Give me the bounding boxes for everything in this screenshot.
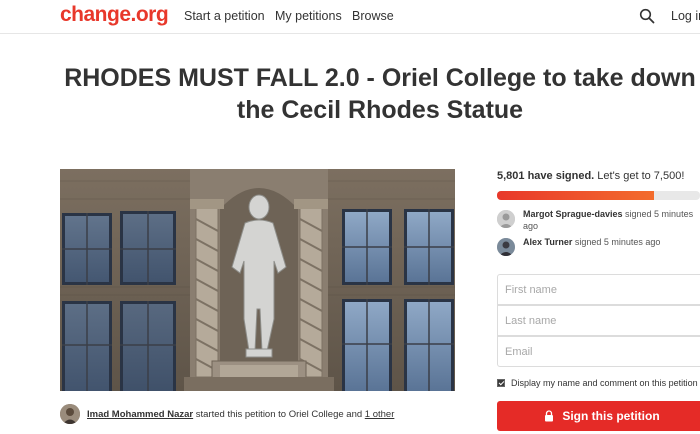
login-link[interactable]: Log in [671, 9, 700, 23]
signer-name: Margot Sprague-davies [523, 209, 623, 219]
first-name-field[interactable] [497, 274, 700, 305]
nav-my-petitions[interactable]: My petitions [275, 9, 342, 23]
signer-avatar [497, 210, 515, 228]
progress-fill [497, 191, 655, 200]
signer-text: Margot Sprague-davies signed 5 minutes a… [523, 208, 700, 232]
signer-action: signed 5 minutes ago [572, 237, 661, 247]
site-header: change.org Start a petition My petitions… [0, 0, 700, 34]
last-name-field[interactable] [497, 305, 700, 336]
petition-title: RHODES MUST FALL 2.0 - Oriel College to … [64, 64, 696, 124]
change-org-logo[interactable]: change.org [60, 3, 169, 27]
email-field[interactable] [497, 336, 700, 367]
other-targets-link[interactable]: 1 other [365, 409, 395, 420]
signature-goal: Let's get to 7,500! [594, 170, 685, 182]
starter-name-link[interactable]: Imad Mohammed Nazar [87, 409, 193, 420]
display-name-label: Display my name and comment on this peti… [511, 378, 698, 388]
signer-text: Alex Turner signed 5 minutes ago [523, 236, 700, 248]
rhodes-statue-image [60, 169, 455, 391]
signature-count: 5,801 have signed. Let's get to 7,500! [497, 170, 684, 182]
signer-name: Alex Turner [523, 237, 573, 247]
petition-photo [60, 169, 455, 391]
sign-petition-button[interactable]: Sign this petition [497, 401, 700, 431]
petition-starter: Imad Mohammed Nazar started this petitio… [60, 404, 394, 424]
display-name-checkbox[interactable] [497, 379, 505, 387]
starter-avatar[interactable] [60, 404, 80, 424]
lock-icon [545, 410, 554, 422]
search-icon[interactable] [639, 8, 655, 24]
display-name-option: Display my name and comment on this peti… [497, 378, 698, 388]
starter-text: started this petition to [193, 408, 289, 420]
nav-start-petition[interactable]: Start a petition [184, 9, 265, 23]
signer-avatar [497, 238, 515, 256]
signature-progress-bar [497, 191, 700, 200]
nav-browse[interactable]: Browse [352, 9, 394, 23]
starter-and: and [343, 408, 365, 420]
sign-petition-label: Sign this petition [562, 409, 660, 423]
target-link[interactable]: Oriel College [289, 409, 344, 420]
signature-count-bold: 5,801 have signed. [497, 170, 595, 182]
